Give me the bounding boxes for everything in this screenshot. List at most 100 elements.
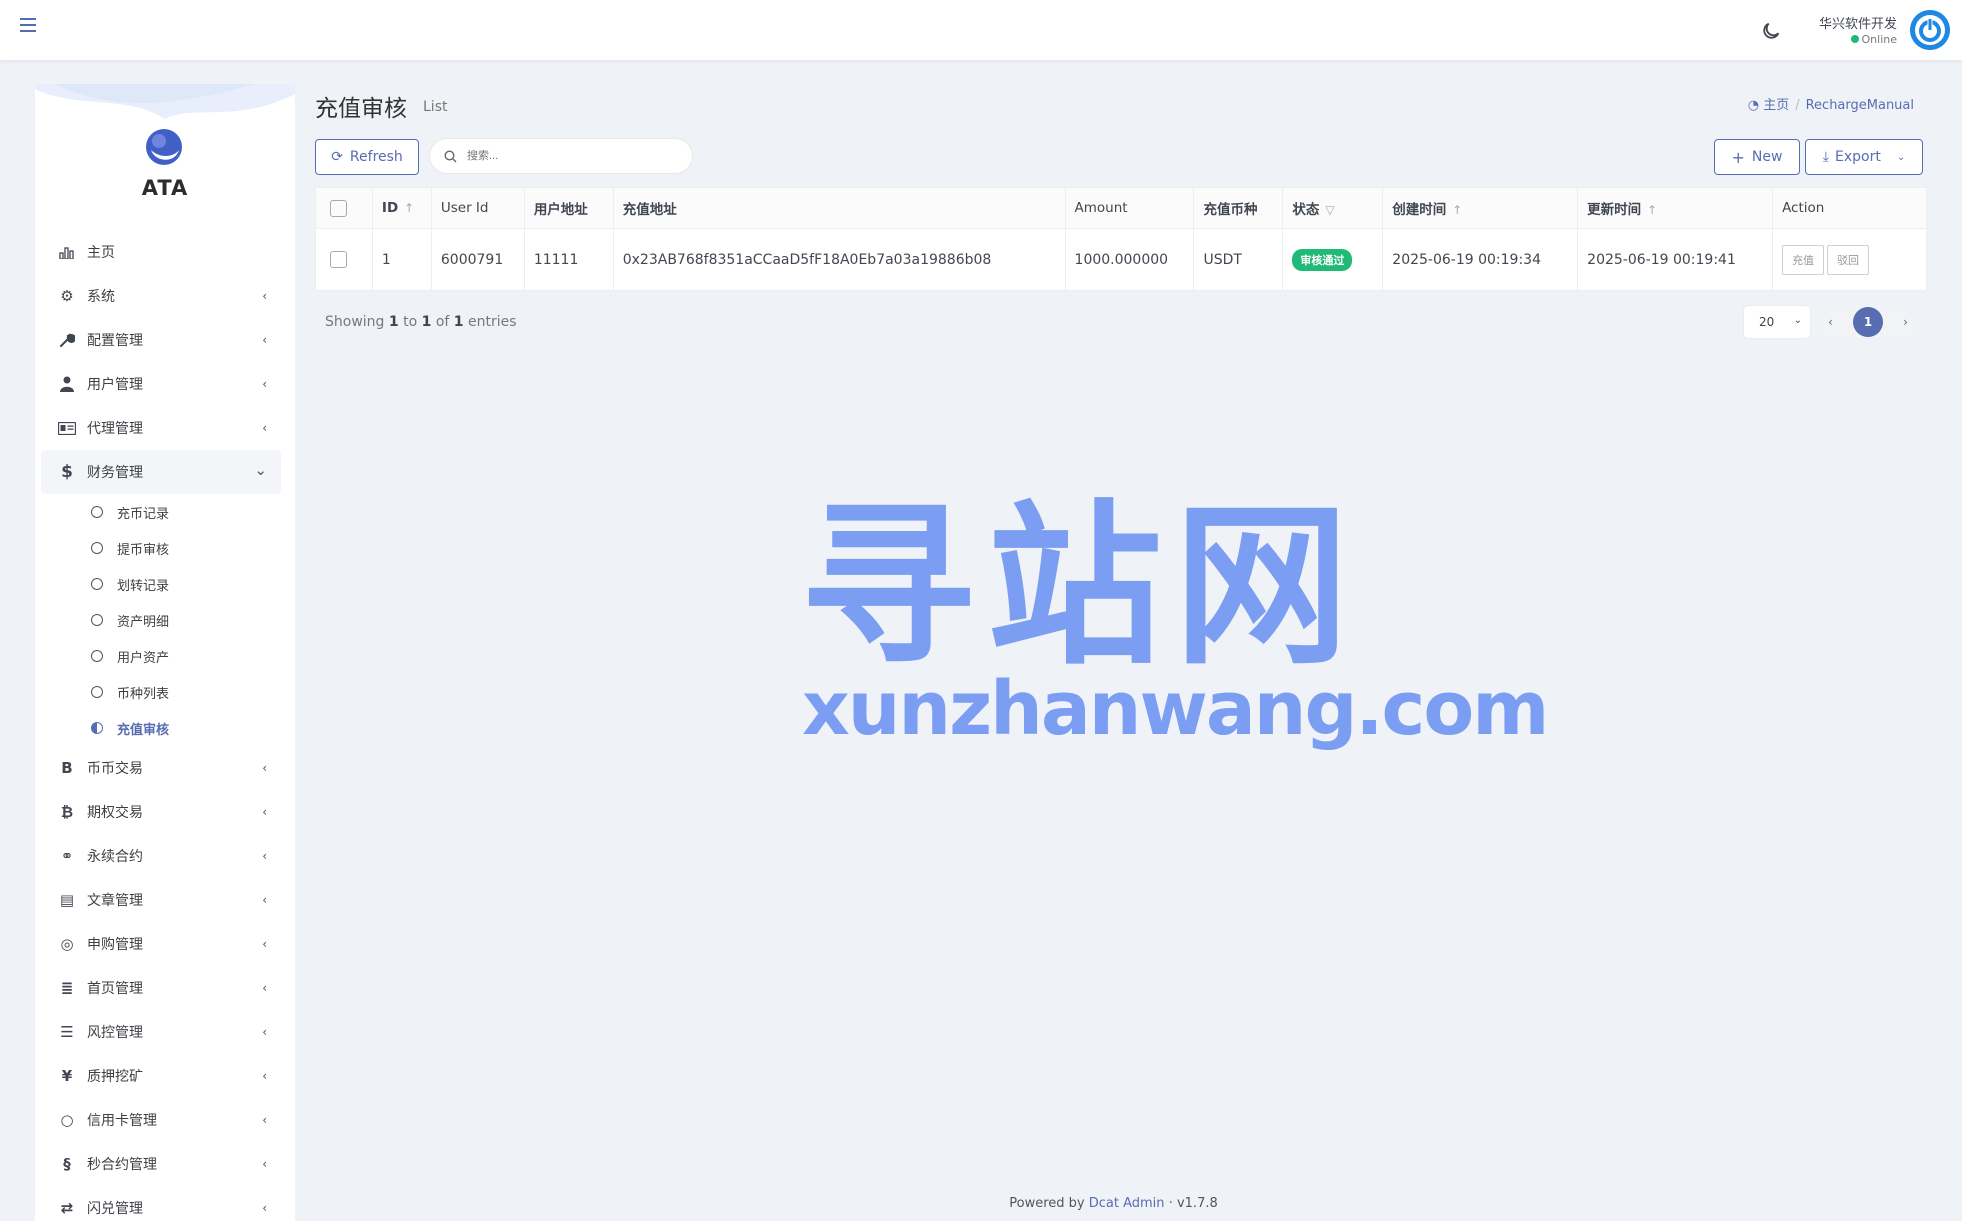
sort-arrow-icon[interactable]: ↑ xyxy=(404,201,414,215)
export-label: Export xyxy=(1834,149,1881,165)
sidebar-item-staking[interactable]: ¥ 质押挖矿 ‹ xyxy=(41,1054,281,1098)
sidebar-item-subscription[interactable]: ◎ 申购管理 ‹ xyxy=(41,922,281,966)
status-badge: 审核通过 xyxy=(1292,248,1353,271)
sidebar-subitem-transfer-records[interactable]: 划转记录 xyxy=(41,566,281,602)
sidebar-subitem-recharge-review[interactable]: 充值审核 xyxy=(41,710,281,746)
cell-currency: USDT xyxy=(1193,228,1284,291)
page-button-current[interactable]: 1 xyxy=(1853,307,1883,337)
new-label: New xyxy=(1751,149,1783,165)
sidebar-item-credit-card[interactable]: ○ 信用卡管理 ‹ xyxy=(41,1098,281,1142)
breadcrumb-current[interactable]: RechargeManual xyxy=(1806,98,1914,113)
search-input[interactable] xyxy=(467,150,667,162)
download-icon: ⤓ xyxy=(1822,149,1829,165)
sidebar-subitem-label: 充币记录 xyxy=(117,506,170,522)
chevron-left-icon: ‹ xyxy=(262,849,267,863)
footer: Powered by Dcat Admin · v1.7.8 xyxy=(0,1196,1962,1211)
sort-arrow-icon[interactable]: ↑ xyxy=(1452,203,1462,217)
column-label: 充值币种 xyxy=(1203,202,1258,218)
footer-link[interactable]: Dcat Admin xyxy=(1089,1196,1165,1211)
sidebar-wave-decoration xyxy=(35,84,295,119)
sidebar-subitem-asset-details[interactable]: 资产明细 xyxy=(41,602,281,638)
chevron-left-icon: ‹ xyxy=(262,805,267,819)
cell-created-at: 2025-06-19 00:19:34 xyxy=(1382,228,1579,291)
table-row: 1 6000791 11111 0x23AB768f8351aCCaaD5fF1… xyxy=(315,228,1927,291)
reject-button[interactable]: 驳回 xyxy=(1827,244,1870,275)
sidebar-subitem-withdraw-review[interactable]: 提币审核 xyxy=(41,530,281,566)
sidebar-item-label: 币币交易 xyxy=(87,761,143,777)
sidebar-item-spot-trading[interactable]: B 币币交易 ‹ xyxy=(41,746,281,790)
sidebar-subitem-currency-list[interactable]: 币种列表 xyxy=(41,674,281,710)
chevron-left-icon: ‹ xyxy=(262,1157,267,1171)
footer-version: v1.7.8 xyxy=(1176,1196,1218,1211)
column-label: User Id xyxy=(440,200,489,216)
indent-icon: ☰ xyxy=(60,1023,74,1041)
sidebar-item-system[interactable]: ⚙ 系统 ‹ xyxy=(41,274,281,318)
sidebar: ATA 主页 ⚙ 系统 ‹ 配置管理 ‹ 用户管理 ‹ 代理管理 ‹ $ 财务管… xyxy=(35,84,295,1221)
bar-chart-icon xyxy=(57,242,77,262)
column-id[interactable]: ID ↑ xyxy=(371,187,432,229)
showing-prefix: Showing xyxy=(325,314,385,330)
sidebar-item-config[interactable]: 配置管理 ‹ xyxy=(41,318,281,362)
dark-mode-moon-icon[interactable] xyxy=(1760,20,1782,42)
chevron-down-icon[interactable]: ⌄ xyxy=(1897,152,1905,163)
sidebar-item-users[interactable]: 用户管理 ‹ xyxy=(41,362,281,406)
sidebar-item-perpetual[interactable]: ⚭ 永续合约 ‹ xyxy=(41,834,281,878)
chevron-left-icon: ‹ xyxy=(262,421,267,435)
cell-user-id: 6000791 xyxy=(430,228,525,291)
per-page-select[interactable]: 20 ⌄ xyxy=(1744,306,1810,338)
recharge-button[interactable]: 充值 xyxy=(1782,244,1825,275)
id-card-icon xyxy=(57,418,77,438)
filter-icon[interactable]: ▽ xyxy=(1325,203,1334,217)
sidebar-item-options-trading[interactable]: ₿ 期权交易 ‹ xyxy=(41,790,281,834)
column-user-address: 用户地址 xyxy=(523,187,614,229)
menu-toggle-icon[interactable] xyxy=(20,18,36,32)
prev-page-button[interactable]: ‹ xyxy=(1828,315,1833,329)
watermark: 寻站网 xunzhanwang.com xyxy=(790,488,1549,768)
sidebar-item-articles[interactable]: ▤ 文章管理 ‹ xyxy=(41,878,281,922)
sidebar-item-label: 信用卡管理 xyxy=(87,1113,157,1129)
column-label: Action xyxy=(1782,200,1825,216)
circle-icon xyxy=(91,578,103,590)
sidebar-subitem-label: 币种列表 xyxy=(117,686,170,702)
select-all-checkbox[interactable] xyxy=(330,199,347,217)
breadcrumb: ◔ 主页 / RechargeManual xyxy=(1748,94,1914,113)
circle-icon: ○ xyxy=(60,1111,74,1129)
sidebar-item-finance[interactable]: $ 财务管理 ⌄ xyxy=(41,450,281,494)
watermark-url: xunzhanwang.com xyxy=(802,666,1549,752)
column-label: Amount xyxy=(1074,200,1128,216)
circle-icon xyxy=(91,506,103,518)
sidebar-item-home[interactable]: 主页 xyxy=(41,230,281,274)
sort-arrow-icon[interactable]: ↑ xyxy=(1647,203,1657,217)
refresh-icon: ⟳ xyxy=(331,149,343,165)
cell-user-address: 11111 xyxy=(523,228,614,291)
column-label: 创建时间 xyxy=(1392,202,1447,218)
sidebar-item-label: 主页 xyxy=(87,245,115,261)
sidebar-subitem-deposit-records[interactable]: 充币记录 xyxy=(41,494,281,530)
row-checkbox[interactable] xyxy=(330,251,347,268)
new-button[interactable]: + New xyxy=(1714,139,1800,175)
circle-icon xyxy=(91,650,103,662)
sidebar-item-homepage[interactable]: ≣ 首页管理 ‹ xyxy=(41,966,281,1010)
chevron-left-icon: ‹ xyxy=(262,333,267,347)
column-amount: Amount xyxy=(1064,187,1195,229)
column-recharge-address: 充值地址 xyxy=(612,187,1066,229)
showing-of-word: of xyxy=(435,314,450,330)
avatar[interactable] xyxy=(1910,10,1950,50)
column-label: 用户地址 xyxy=(533,202,588,218)
search-box[interactable] xyxy=(430,139,692,173)
sidebar-item-risk-control[interactable]: ☰ 风控管理 ‹ xyxy=(41,1010,281,1054)
column-created-at[interactable]: 创建时间 ↑ xyxy=(1382,187,1579,229)
refresh-button[interactable]: ⟳ Refresh xyxy=(315,139,419,175)
sidebar-item-label: 期权交易 xyxy=(87,805,143,821)
sidebar-menu: 主页 ⚙ 系统 ‹ 配置管理 ‹ 用户管理 ‹ 代理管理 ‹ $ 财务管理 ⌄ … xyxy=(41,230,281,1221)
newspaper-icon: ▤ xyxy=(59,891,75,909)
next-page-button[interactable]: › xyxy=(1903,315,1908,329)
sidebar-subitem-user-assets[interactable]: 用户资产 xyxy=(41,638,281,674)
sidebar-item-agents[interactable]: 代理管理 ‹ xyxy=(41,406,281,450)
sidebar-item-second-contract[interactable]: § 秒合约管理 ‹ xyxy=(41,1142,281,1186)
column-status[interactable]: 状态 ▽ xyxy=(1282,187,1384,229)
column-updated-at[interactable]: 更新时间 ↑ xyxy=(1577,187,1774,229)
user-name[interactable]: 华兴软件开发 xyxy=(1819,13,1897,32)
breadcrumb-home[interactable]: 主页 xyxy=(1763,98,1789,113)
export-button[interactable]: ⤓ Export ⌄ xyxy=(1805,139,1923,175)
